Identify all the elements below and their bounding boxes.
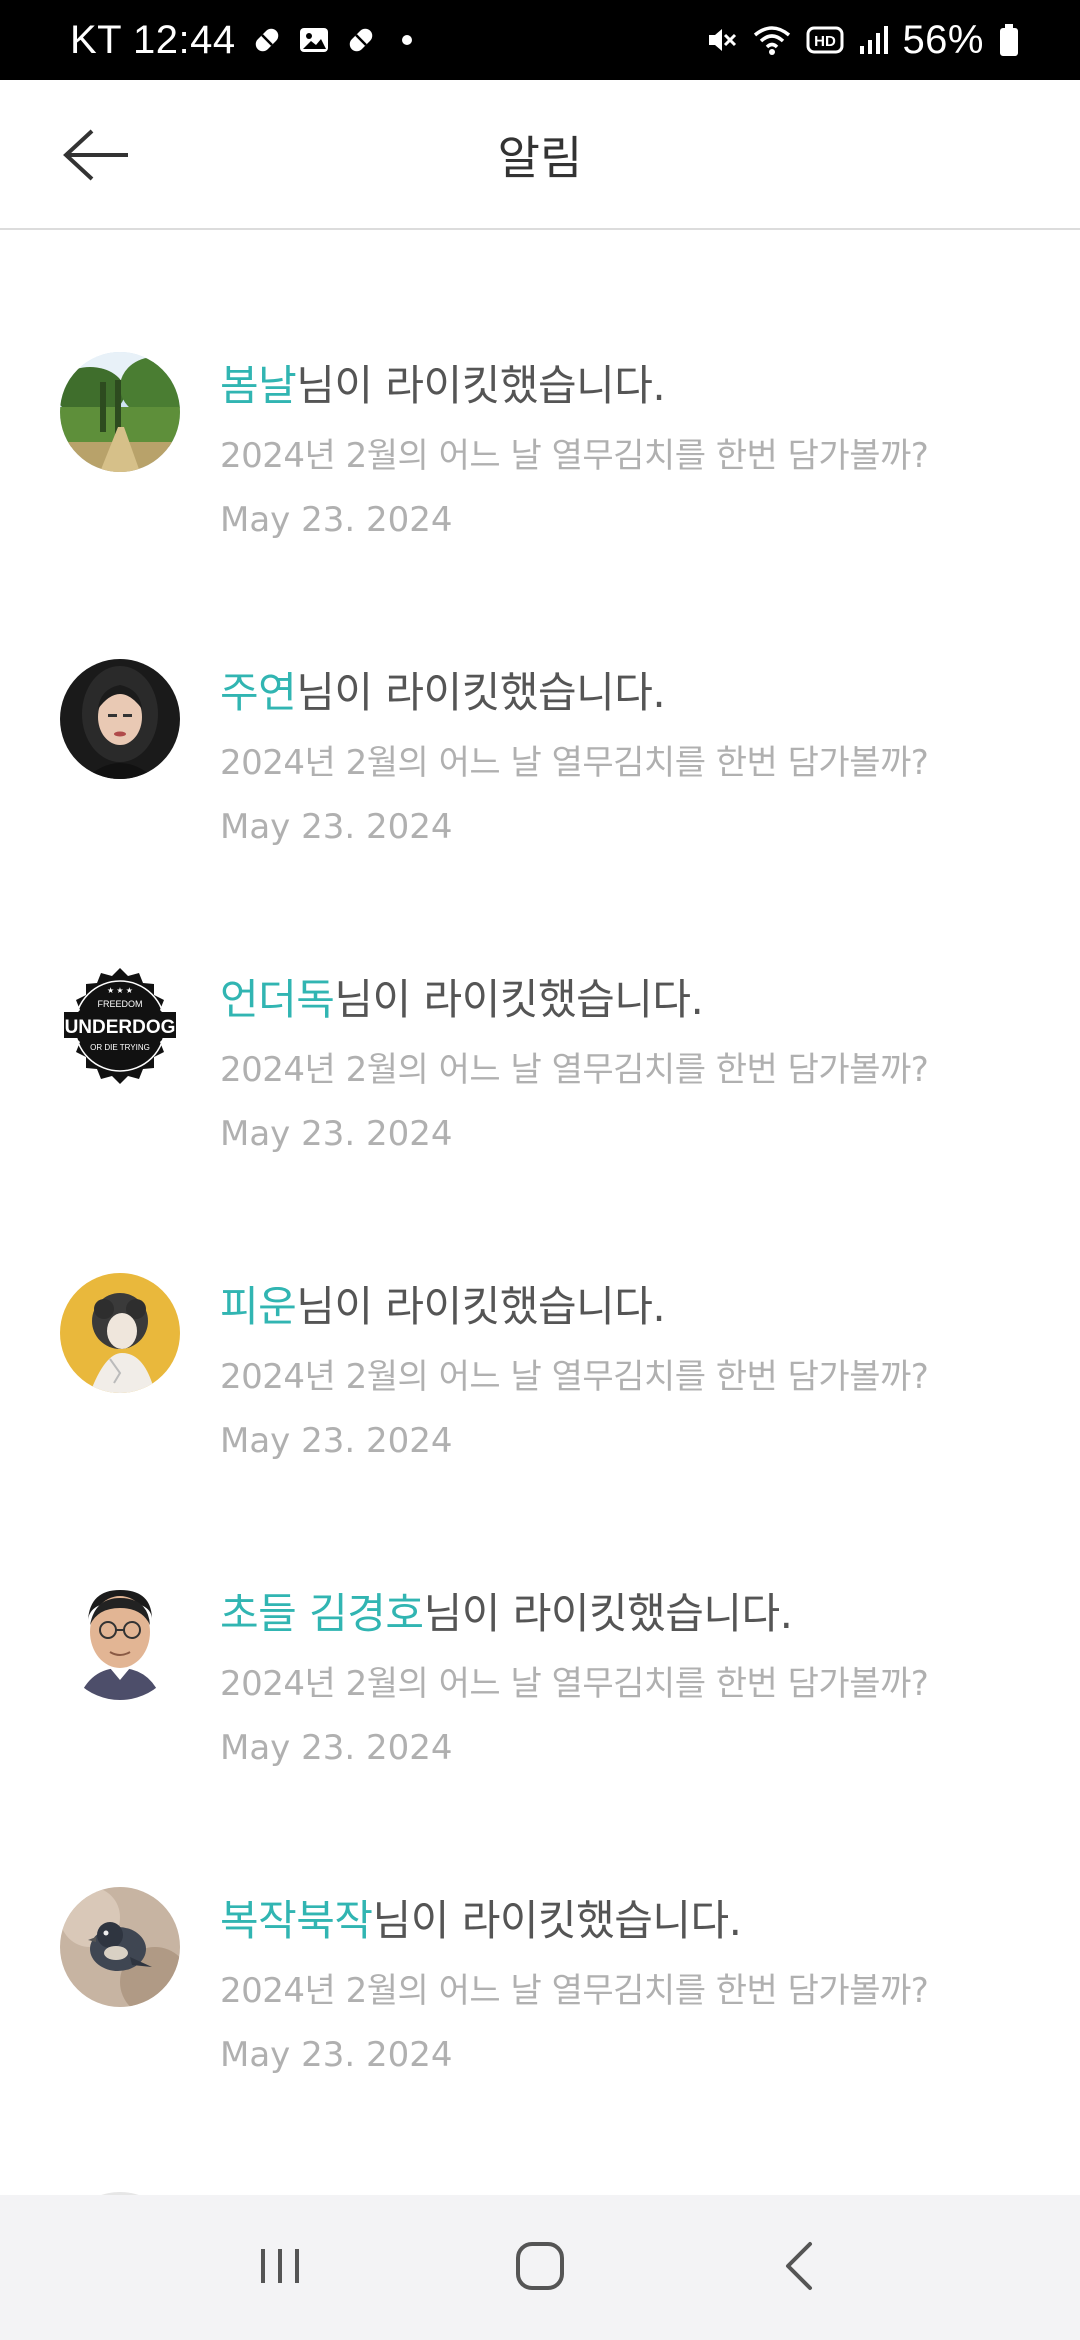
notification-date: May 23. 2024	[220, 1114, 453, 1154]
avatar	[60, 659, 180, 779]
post-title: 2024년 2월의 어느 날 열무김치를 한번 담가볼까?	[220, 1357, 929, 1397]
user-name-link[interactable]: 피운	[220, 1282, 297, 1331]
user-name-link[interactable]: 복작북작	[220, 1896, 373, 1945]
notification-title: 피운님이 라이킷했습니다.	[220, 1273, 666, 1334]
action-text: 님이 라이킷했습니다.	[423, 1589, 793, 1638]
wifi-icon	[752, 23, 792, 57]
svg-text:FREEDOM: FREEDOM	[98, 999, 143, 1009]
post-title: 2024년 2월의 어느 날 열무김치를 한번 담가볼까?	[220, 1050, 929, 1090]
notification-date: May 23. 2024	[220, 1728, 453, 1768]
chevron-left-icon	[780, 2238, 820, 2298]
post-title: 2024년 2월의 어느 날 열무김치를 한번 담가볼까?	[220, 1664, 929, 1704]
notification-title: 언더독님이 라이킷했습니다.	[220, 966, 704, 1027]
action-text: 님이 라이킷했습니다.	[296, 668, 666, 717]
notification-date: May 23. 2024	[220, 500, 453, 540]
svg-text:OR DIE TRYING: OR DIE TRYING	[90, 1043, 150, 1052]
mute-icon	[704, 23, 738, 57]
notification-date: May 23. 2024	[220, 1421, 453, 1461]
home-icon	[513, 2239, 567, 2297]
notification-title: 복작북작님이 라이킷했습니다.	[220, 1887, 742, 1948]
avatar	[60, 1887, 180, 2007]
action-text: 님이 라이킷했습니다.	[334, 975, 704, 1024]
user-name-link[interactable]: 초들 김경호	[220, 1589, 424, 1638]
pill-icon	[250, 23, 284, 57]
action-text: 님이 라이킷했습니다.	[372, 1896, 742, 1945]
notification-title: 봄날님이 라이킷했습니다.	[220, 352, 666, 413]
carrier-time: KT 12:44	[70, 17, 236, 62]
home-button[interactable]	[480, 2218, 600, 2318]
status-bar-left: KT 12:44	[70, 18, 412, 63]
avatar	[60, 1580, 180, 1700]
svg-text:★ ★ ★: ★ ★ ★	[107, 986, 133, 995]
avatar	[60, 1273, 180, 1393]
pill-icon	[344, 23, 378, 57]
recent-apps-button[interactable]	[220, 2218, 340, 2318]
post-title: 2024년 2월의 어느 날 열무김치를 한번 담가볼까?	[220, 743, 929, 783]
signal-icon	[858, 24, 889, 56]
notification-item[interactable]: 주연님이 라이킷했습니다. 2024년 2월의 어느 날 열무김치를 한번 담가…	[0, 537, 1080, 847]
user-name-link[interactable]: 주연	[220, 668, 297, 717]
system-back-button[interactable]	[740, 2218, 860, 2318]
notification-item[interactable]: 봄날님이 라이킷했습니다. 2024년 2월의 어느 날 열무김치를 한번 담가…	[0, 230, 1080, 540]
notification-title: 주연님이 라이킷했습니다.	[220, 659, 666, 720]
notification-date: May 23. 2024	[220, 2035, 453, 2075]
app-bar: 알림	[0, 80, 1080, 230]
post-title: 2024년 2월의 어느 날 열무김치를 한번 담가볼까?	[220, 1971, 929, 2011]
system-nav-bar	[0, 2195, 1080, 2340]
page-title: 알림	[497, 131, 583, 185]
avatar	[60, 352, 180, 472]
hd-icon: HD	[806, 25, 844, 55]
post-title: 2024년 2월의 어느 날 열무김치를 한번 담가볼까?	[220, 436, 929, 476]
notification-date: May 23. 2024	[220, 807, 453, 847]
notification-title: 초들 김경호님이 라이킷했습니다.	[220, 1580, 793, 1641]
battery-percent: 56%	[902, 17, 984, 62]
notification-item[interactable]: ★ ★ ★ FREEDOM UNDERDOG OR DIE TRYING 언더독…	[0, 844, 1080, 1154]
action-text: 님이 라이킷했습니다.	[296, 1282, 666, 1331]
action-text: 님이 라이킷했습니다.	[296, 361, 666, 410]
avatar: ★ ★ ★ FREEDOM UNDERDOG OR DIE TRYING	[60, 966, 180, 1086]
underdog-badge-icon: ★ ★ ★ FREEDOM UNDERDOG OR DIE TRYING	[60, 966, 180, 1086]
svg-text:UNDERDOG: UNDERDOG	[65, 1017, 176, 1038]
notification-item[interactable]: 복작북작님이 라이킷했습니다. 2024년 2월의 어느 날 열무김치를 한번 …	[0, 1765, 1080, 2075]
notification-item[interactable]: 피운님이 라이킷했습니다. 2024년 2월의 어느 날 열무김치를 한번 담가…	[0, 1151, 1080, 1461]
status-bar-right: HD 56%	[704, 18, 1020, 63]
notification-dot-icon	[401, 35, 412, 45]
user-name-link[interactable]: 봄날	[220, 361, 297, 410]
svg-text:HD: HD	[815, 33, 837, 50]
status-bar: KT 12:44 HD 56%	[0, 0, 1080, 80]
recent-apps-icon	[255, 2241, 305, 2295]
battery-icon	[998, 23, 1020, 57]
notification-item[interactable]: 초들 김경호님이 라이킷했습니다. 2024년 2월의 어느 날 열무김치를 한…	[0, 1458, 1080, 1768]
user-name-link[interactable]: 언더독	[220, 975, 335, 1024]
image-icon	[298, 24, 330, 56]
